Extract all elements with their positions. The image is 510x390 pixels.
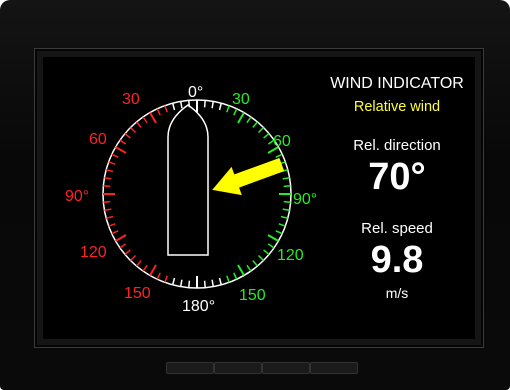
hardware-button-1[interactable] [166, 362, 214, 374]
boat-outline-icon [167, 104, 209, 256]
panel-title: WIND INDICATOR [330, 75, 464, 92]
dial-tick [149, 112, 157, 124]
speed-label: Rel. speed [361, 220, 433, 237]
dial-tick [203, 280, 206, 288]
hardware-button-4[interactable] [310, 362, 358, 374]
dial-tick [119, 243, 127, 249]
dial-tick [111, 230, 119, 235]
dial-tick [218, 277, 223, 285]
direction-label: Rel. direction [353, 137, 441, 154]
dial-tick [106, 215, 114, 220]
dial-tick [226, 275, 230, 283]
dial-tick [283, 185, 291, 188]
label-starboard-120: 120 [277, 247, 304, 264]
dial-tick [237, 112, 245, 124]
dial-ticks [103, 100, 291, 288]
dial-tick [226, 105, 230, 113]
dial-tick [115, 234, 127, 242]
dial-tick [252, 260, 258, 267]
hardware-button-3[interactable] [262, 362, 310, 374]
dial-tick [237, 264, 245, 276]
dial-tick [211, 279, 215, 287]
dial-tick [171, 103, 176, 111]
dial-tick [164, 275, 168, 283]
dial-tick [142, 116, 148, 124]
dial-tick [203, 100, 206, 108]
dial-tick [267, 243, 275, 249]
dial-tick [156, 272, 161, 280]
wind-mode: Relative wind [353, 99, 441, 115]
hardware-button-2[interactable] [214, 362, 262, 374]
dial-tick [283, 200, 291, 203]
dial-tick [188, 280, 191, 288]
dial-tick [111, 153, 119, 158]
wind-direction-arrow-icon [212, 158, 285, 196]
dial-tick [149, 264, 157, 276]
dial-tick [142, 264, 148, 272]
dial-tick [246, 264, 252, 272]
label-stern: 180° [182, 298, 215, 315]
dial-tick [136, 260, 142, 267]
screen-bezel: 0° 30 60 90° 120 150 30 60 90° 120 150 1… [34, 48, 484, 348]
label-starboard-30: 30 [232, 91, 250, 108]
dial-tick [136, 121, 142, 128]
dial-tick [211, 101, 215, 109]
dial-tick [282, 208, 290, 212]
label-port-90: 90° [65, 188, 89, 205]
dial-tick [179, 279, 183, 287]
dial-tick [103, 185, 111, 188]
label-port-30: 30 [122, 91, 140, 108]
dial-tick [275, 153, 283, 158]
dial-tick [233, 108, 238, 116]
dial-tick [104, 176, 112, 180]
dial-tick [263, 249, 270, 255]
label-bow: 0° [188, 84, 203, 101]
label-port-60: 60 [89, 131, 107, 148]
dial-tick [115, 146, 127, 154]
dial-tick [106, 168, 114, 173]
dial-tick [103, 200, 111, 203]
dial-tick [108, 161, 116, 165]
wind-dial: 0° 30 60 90° 120 150 30 60 90° 120 150 1… [65, 84, 317, 315]
dial-tick [171, 277, 176, 285]
label-starboard-60: 60 [273, 133, 291, 150]
speed-value: 9.8 [370, 239, 424, 281]
dial-tick [119, 139, 127, 145]
dial-tick [108, 223, 116, 227]
dial-tick [257, 254, 265, 262]
dial-tick [275, 230, 283, 235]
dial-tick [233, 272, 238, 280]
dial-tick [129, 126, 137, 134]
dial-tick [267, 234, 279, 242]
dial-tick [124, 249, 131, 255]
dial-tick [246, 116, 252, 124]
dial-tick [218, 103, 223, 111]
hardware-button-row [0, 362, 510, 376]
dial-tick [156, 108, 161, 116]
dial-tick [280, 215, 288, 220]
dial-tick [252, 121, 258, 128]
direction-value: 70° [368, 156, 426, 198]
label-port-120: 120 [80, 244, 107, 261]
label-starboard-150: 150 [239, 287, 266, 304]
dial-tick [104, 208, 112, 212]
dial-tick [263, 133, 270, 139]
label-port-150: 150 [124, 285, 151, 302]
screen: 0° 30 60 90° 120 150 30 60 90° 120 150 1… [43, 57, 475, 339]
display-unit: 0° 30 60 90° 120 150 30 60 90° 120 150 1… [0, 0, 510, 390]
dial-tick [179, 101, 183, 109]
dial-tick [282, 176, 290, 180]
label-starboard-90: 90° [293, 191, 317, 208]
dial-tick [129, 254, 137, 262]
dial-tick [164, 105, 168, 113]
info-panel: WIND INDICATOR Relative wind Rel. direct… [319, 57, 475, 339]
dial-tick [257, 126, 265, 134]
dial-tick [278, 223, 286, 227]
dial-tick [124, 133, 131, 139]
speed-unit: m/s [385, 285, 409, 301]
